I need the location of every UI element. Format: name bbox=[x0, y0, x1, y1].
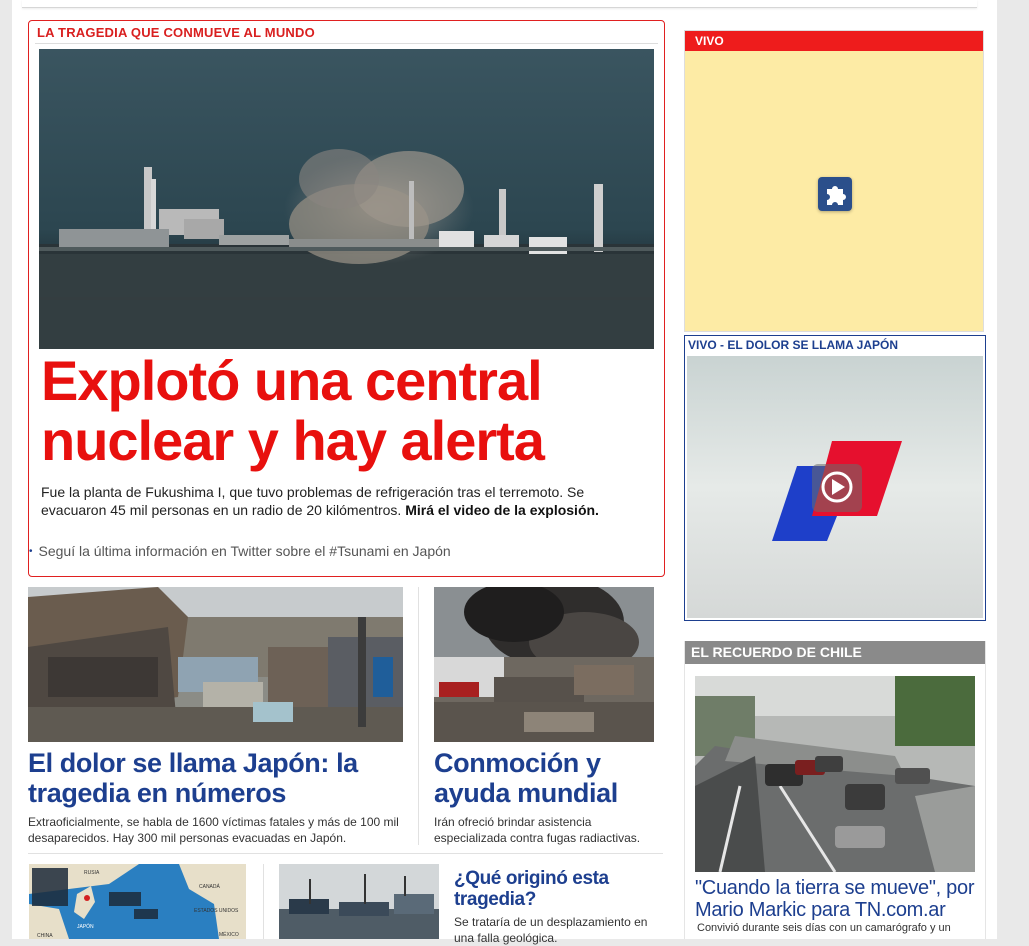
story-headline[interactable]: ¿Qué originó esta tragedia? bbox=[454, 868, 664, 910]
explosion-video-link[interactable]: Mirá el video de la explosión. bbox=[405, 502, 599, 518]
story-cause: ¿Qué originó esta tragedia? Se trataría … bbox=[454, 868, 664, 946]
plugin-icon[interactable] bbox=[818, 177, 852, 211]
vivo-box: VIVO bbox=[684, 30, 984, 332]
tsunami-debris-photo[interactable] bbox=[28, 587, 403, 742]
chile-section-label: EL RECUERDO DE CHILE bbox=[685, 641, 985, 665]
vivo-video-box: VIVO - EL DOLOR SE LLAMA JAPÓN bbox=[684, 335, 986, 621]
column-divider bbox=[418, 587, 419, 845]
fire-debris-photo[interactable] bbox=[434, 587, 654, 742]
twitter-update-text: Seguí la última información en Twitter s… bbox=[38, 543, 451, 559]
story-summary: Se trataría de un desplazamiento en una … bbox=[454, 915, 648, 945]
story-headline[interactable]: El dolor se llama Japón: la tragedia en … bbox=[28, 748, 403, 808]
map-label-japon: JAPÓN bbox=[77, 923, 94, 930]
bullet-icon: • bbox=[29, 546, 33, 557]
story-world-aid: Conmoción y ayuda mundial Irán ofreció b… bbox=[434, 587, 656, 846]
story-summary: Extraoficialmente, se habla de 1600 víct… bbox=[28, 815, 399, 845]
chile-section: EL RECUERDO DE CHILE "Cuando la tierra s… bbox=[684, 641, 986, 939]
map-label-mexico: MÉXICO bbox=[219, 931, 239, 938]
row-divider bbox=[28, 853, 663, 854]
feature-headline[interactable]: Explotó una central nuclear y hay alerta bbox=[41, 351, 651, 471]
feature-summary: Fue la planta de Fukushima I, que tuvo p… bbox=[41, 483, 646, 519]
feature-kicker: LA TRAGEDIA QUE CONMUEVE AL MUNDO bbox=[37, 25, 315, 40]
kicker-divider bbox=[35, 43, 658, 44]
map-label-canada: CANADÁ bbox=[199, 883, 221, 890]
tsunami-map-thumbnail[interactable]: RUSIA CHINA CANADÁ ESTADOS UNIDOS MÉXICO… bbox=[29, 864, 246, 939]
main-feature: LA TRAGEDIA QUE CONMUEVE AL MUNDO Explot… bbox=[28, 20, 665, 577]
map-label-rusia: RUSIA bbox=[84, 870, 100, 876]
chile-photo[interactable] bbox=[695, 676, 975, 872]
top-bar bbox=[22, 0, 977, 8]
chile-summary: Convivió durante seis días con un camaró… bbox=[697, 922, 951, 934]
vivo-label: VIVO bbox=[685, 31, 983, 51]
map-label-china: CHINA bbox=[37, 933, 53, 939]
column-divider bbox=[263, 864, 264, 939]
story-summary: Irán ofreció brindar asistencia especial… bbox=[434, 815, 641, 845]
story-tragedy-numbers: El dolor se llama Japón: la tragedia en … bbox=[28, 587, 403, 846]
twitter-update-link[interactable]: • Seguí la última información en Twitter … bbox=[29, 543, 451, 559]
vivo-video-label: VIVO - EL DOLOR SE LLAMA JAPÓN bbox=[688, 338, 899, 352]
chile-headline[interactable]: "Cuando la tierra se mueve", por Mario M… bbox=[695, 877, 985, 921]
story-headline[interactable]: Conmoción y ayuda mundial bbox=[434, 748, 656, 808]
map-label-usa: ESTADOS UNIDOS bbox=[194, 908, 239, 914]
nuclear-plant-photo[interactable] bbox=[39, 49, 654, 349]
video-player[interactable] bbox=[687, 356, 983, 618]
port-boats-photo[interactable] bbox=[279, 864, 439, 939]
